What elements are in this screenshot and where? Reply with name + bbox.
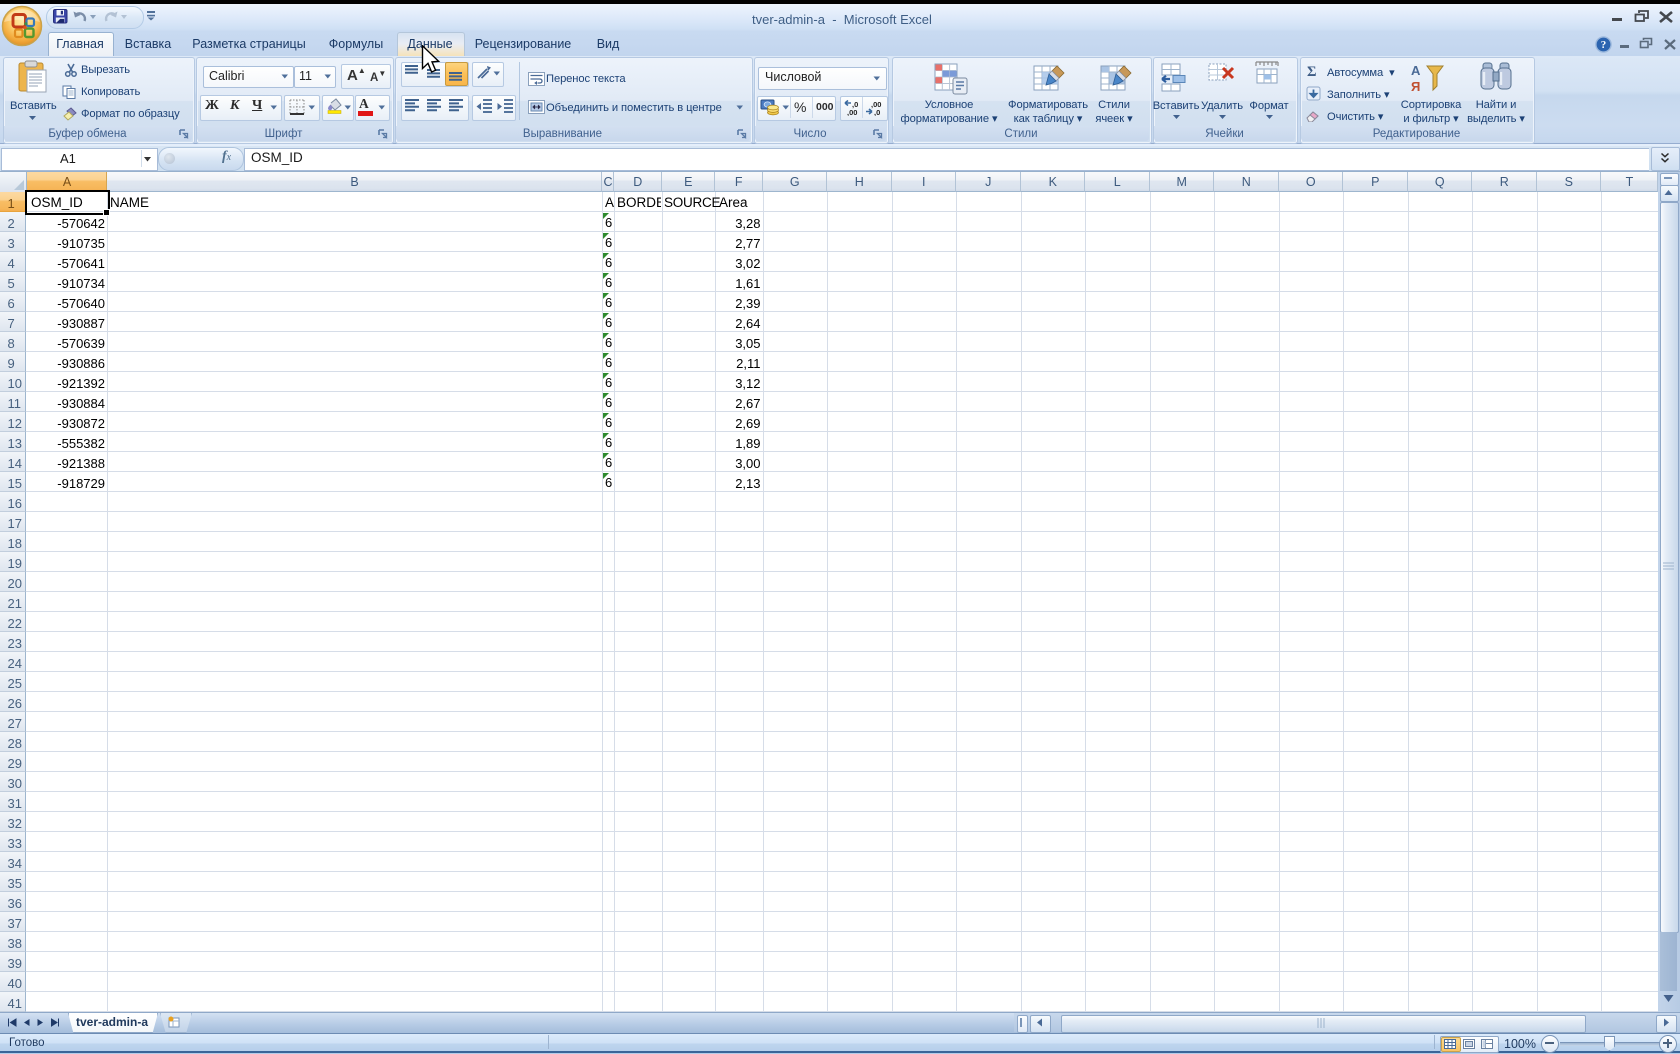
svg-text:Σ: Σ (1307, 64, 1316, 78)
svg-text:?: ? (1601, 39, 1607, 51)
svg-text:Я: Я (1411, 79, 1420, 94)
svg-text:А: А (1411, 63, 1421, 78)
svg-text:,00: ,00 (847, 108, 857, 116)
